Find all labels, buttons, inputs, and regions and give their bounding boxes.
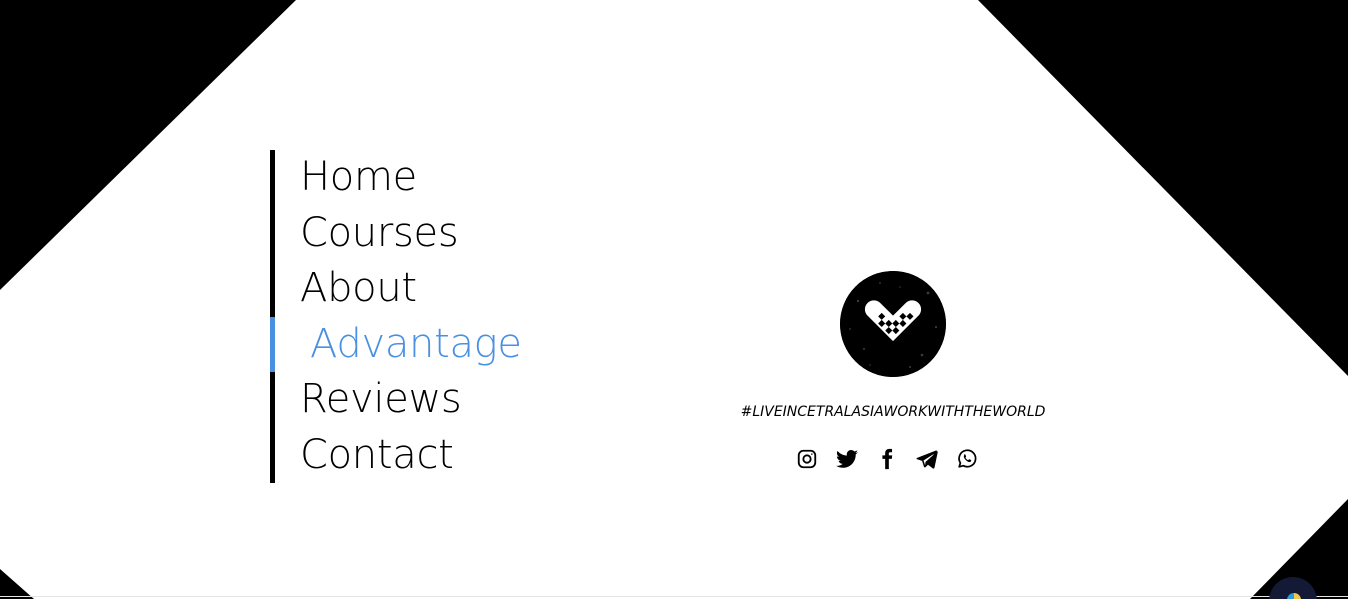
corner-shape-top-right: [978, 0, 1348, 376]
whatsapp-icon[interactable]: [954, 446, 980, 472]
facebook-icon[interactable]: [874, 446, 900, 472]
nav-item-courses[interactable]: Courses: [270, 205, 600, 261]
twitter-icon[interactable]: [834, 446, 860, 472]
corner-shape-bottom-left: [0, 569, 34, 599]
brand-hashtag: #LIVEINCETRALASIAWORKWITHTHEWORLD: [740, 404, 1046, 420]
fab-icon: [1287, 593, 1301, 599]
nav-item-contact[interactable]: Contact: [270, 427, 600, 483]
nav-item-reviews[interactable]: Reviews: [270, 372, 600, 428]
telegram-icon[interactable]: [914, 446, 940, 472]
nav-item-about[interactable]: About: [270, 261, 600, 317]
bottom-divider: [0, 596, 1348, 597]
social-links: [794, 446, 980, 472]
main-nav: Home Courses About Advantage Reviews Con…: [270, 150, 600, 483]
nav-item-advantage[interactable]: Advantage: [270, 316, 600, 372]
menu-overlay: Home Courses About Advantage Reviews Con…: [0, 0, 1348, 599]
nav-item-home[interactable]: Home: [270, 150, 600, 206]
instagram-icon[interactable]: [794, 446, 820, 472]
corner-shape-top-left: [0, 0, 296, 290]
brand-logo[interactable]: [840, 271, 946, 377]
heart-grid-logo-icon: [840, 271, 946, 377]
